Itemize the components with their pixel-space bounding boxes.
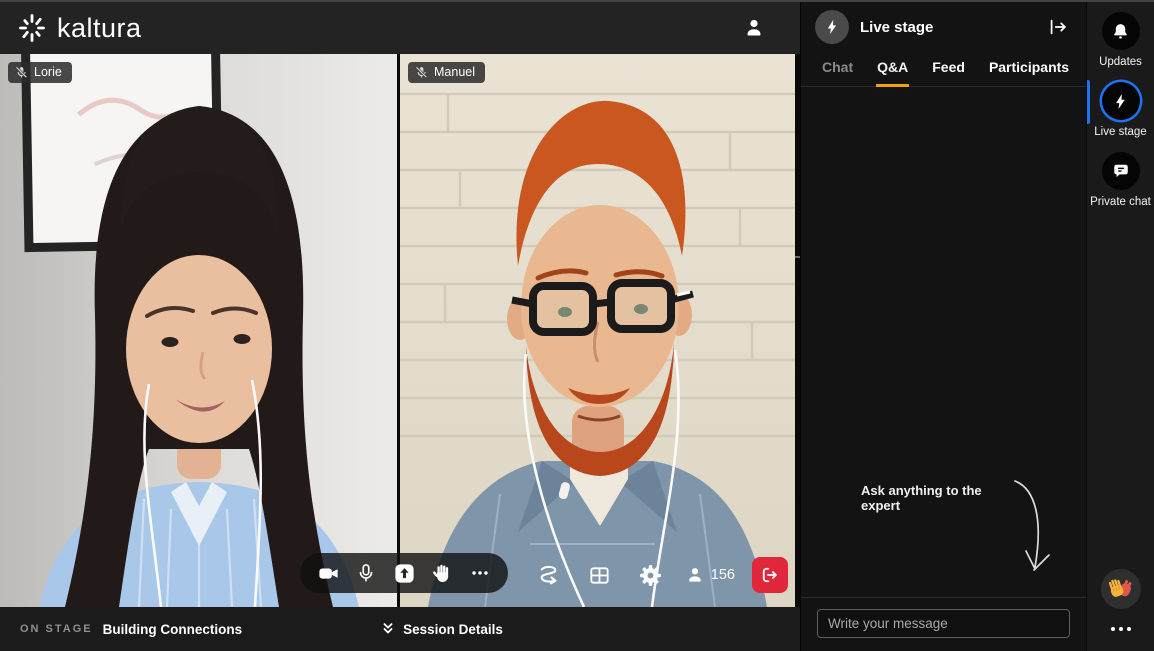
kaltura-burst-icon [19,14,45,42]
nametag-lorie: Lorie [8,62,72,83]
updates-circle [1101,12,1140,50]
hand-drawn-arrow-icon [1014,480,1050,571]
rail-item-private-chat[interactable]: Private chat [1087,148,1154,218]
tab-chat[interactable]: Chat [821,52,854,87]
rail-item-live-stage[interactable]: Live stage [1087,78,1154,148]
media-controls-pill [300,553,508,593]
attendee-count[interactable]: 156 [685,565,735,585]
attendee-count-value: 156 [710,567,735,583]
qa-empty-hint: Ask anything to the expert [861,483,982,513]
video-tile-lorie: Lorie [0,54,397,607]
live-stage-badge [815,10,849,44]
more-options-button[interactable] [463,556,497,590]
message-composer [801,597,1086,651]
video-tile-manuel: Manuel [400,54,795,607]
panel-header: Live stage [801,2,1086,52]
session-details-button[interactable]: Session Details [380,621,503,637]
private-chat-circle [1101,152,1140,190]
more-dots-icon [472,571,488,575]
rail-more-button[interactable] [1110,627,1131,631]
app-rail: Updates Live stage Private chat [1086,2,1154,651]
flow-arrow-icon [540,565,557,584]
panel-tabs: Chat Q&A Feed Participants [801,52,1086,87]
camera-button[interactable] [311,556,345,590]
settings-button[interactable] [634,558,668,592]
tab-participants[interactable]: Participants [988,52,1070,87]
live-stage-panel: Live stage Chat Q&A Feed Participants As… [800,2,1086,651]
qa-panel-body: Ask anything to the expert [801,87,1086,597]
message-input[interactable] [817,609,1070,638]
active-indicator [1087,80,1090,124]
change-flow-button[interactable] [532,558,566,592]
nametag-manuel: Manuel [408,62,485,83]
participant-name: Manuel [434,65,475,79]
rail-label: Updates [1099,56,1142,68]
rail-item-updates[interactable]: Updates [1087,8,1154,78]
camera-icon [318,568,338,579]
manuel-video-feed [400,54,795,607]
clap-reaction-button[interactable] [1100,569,1141,609]
lightning-bolt-icon [827,19,837,35]
raise-hand-button[interactable] [425,556,459,590]
leave-session-button[interactable] [752,557,788,593]
leave-icon [762,567,777,583]
panel-title: Live stage [860,18,934,36]
on-stage-label: ON STAGE [20,623,93,635]
top-bar: kaltura [0,2,800,54]
session-details-label: Session Details [403,621,503,637]
dot [1118,627,1123,631]
stage-view-controls: 156 [532,557,788,593]
panel-resize-handle[interactable] [795,256,800,258]
lightning-bolt-icon [1116,93,1125,109]
rail-label: Private chat [1090,196,1151,208]
profile-button[interactable] [738,12,770,44]
gear-icon [640,564,662,586]
collapse-panel-icon [1050,19,1066,35]
chat-bubble-icon [1113,164,1128,178]
person-icon [747,19,761,36]
clapping-hands-icon [1108,578,1132,597]
double-chevron-down-icon [383,623,393,634]
person-icon [688,568,701,582]
rail-label: Live stage [1094,126,1147,138]
raise-hand-icon [433,564,449,582]
mic-muted-icon [415,65,428,78]
session-title: Building Connections [102,621,243,637]
session-bar: ON STAGE Building Connections Session De… [0,607,800,651]
mic-muted-icon [15,65,28,78]
share-screen-icon [394,563,414,583]
collapse-panel-button[interactable] [1044,13,1072,41]
app-window: kaltura Lorie Manuel 156 ON STAGE Buildi… [0,0,1154,651]
tab-qa[interactable]: Q&A [876,52,910,87]
kaltura-logo: kaltura [16,12,142,44]
share-screen-button[interactable] [387,556,421,590]
grid-layout-button[interactable] [583,558,617,592]
main-area: kaltura Lorie Manuel 156 ON STAGE Buildi… [0,2,800,651]
participant-name: Lorie [34,65,62,79]
grid-layout-icon [590,566,609,584]
microphone-icon [359,564,373,582]
bell-icon [1114,23,1127,38]
tab-feed[interactable]: Feed [931,52,966,87]
lorie-video-feed [0,54,397,607]
microphone-button[interactable] [349,556,383,590]
dot [1110,627,1115,631]
live-stage-circle [1101,82,1140,120]
brand-name: kaltura [57,12,142,43]
dot [1126,627,1131,631]
video-stage: Lorie Manuel 156 [0,54,800,607]
